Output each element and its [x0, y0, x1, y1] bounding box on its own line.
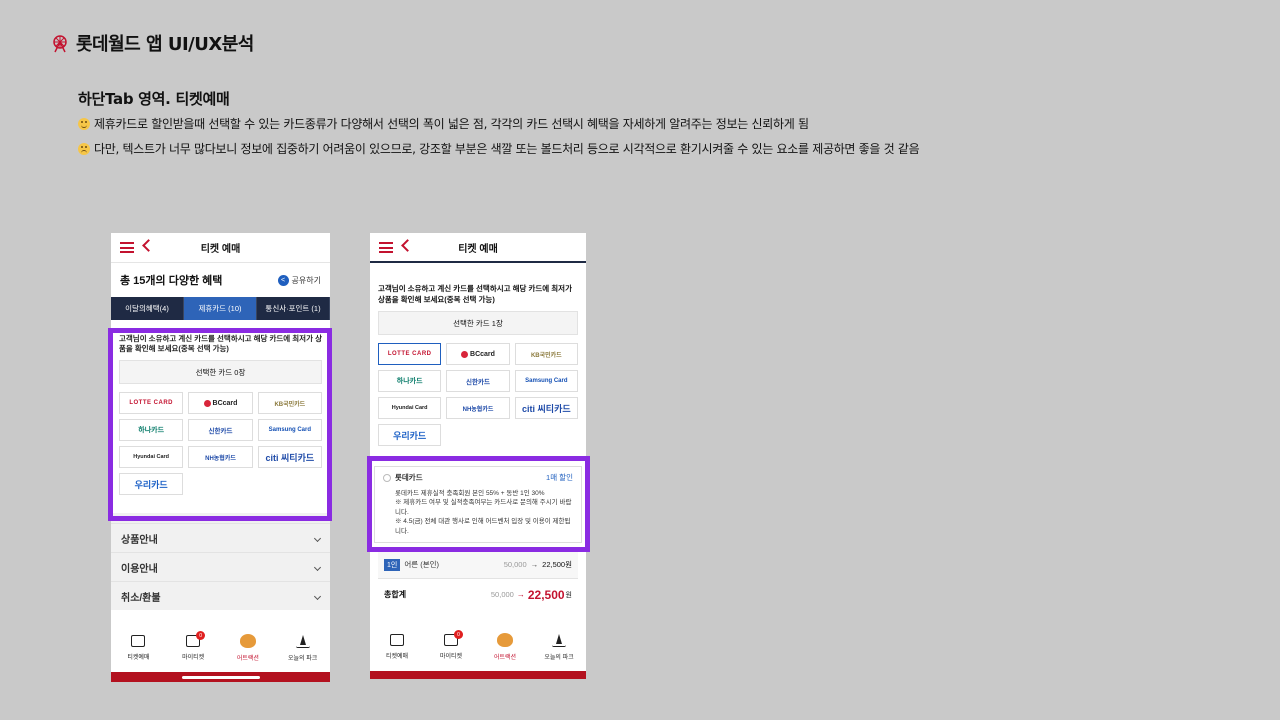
- sad-emoji-icon: [78, 142, 90, 155]
- page-title: 롯데월드 앱 UI/UX분석: [76, 34, 254, 55]
- highlight-box-card-select: [108, 328, 332, 521]
- menu-icon[interactable]: [120, 242, 134, 253]
- tab-telecom-point[interactable]: 통신사·포인트 (1): [257, 297, 330, 320]
- note-negative: 다만, 텍스트가 너무 많다보니 정보에 집중하기 어려움이 있으므로, 강조할…: [78, 140, 920, 157]
- selected-count: 1장: [491, 318, 503, 328]
- share-icon: <: [277, 274, 289, 286]
- card-shinhan[interactable]: 신한카드: [446, 370, 510, 392]
- accordion-product-info[interactable]: 상품안내: [111, 523, 330, 552]
- bottom-nav: 티켓예매 0 마이티켓 어트랙션 오늘의 파크: [111, 624, 330, 672]
- arrow: →: [530, 560, 539, 569]
- nav-attraction[interactable]: 어트랙션: [478, 623, 532, 671]
- nav-ticket-booking[interactable]: 티켓예매: [370, 623, 424, 671]
- nav-label: 오늘의 파크: [287, 656, 318, 662]
- selected-label: 선택한 카드: [453, 318, 490, 328]
- tiger-icon: [497, 633, 513, 647]
- my-ticket-icon: 0: [186, 631, 206, 647]
- accordion-usage-info[interactable]: 이용안내: [111, 552, 330, 581]
- highlight-box-benefit-detail: [367, 456, 590, 552]
- nav-my-ticket[interactable]: 0 마이티켓: [424, 623, 478, 671]
- benefit-summary: 총 15개의 다양한 혜택 < 공유하기: [111, 263, 330, 297]
- nav-ticket-booking[interactable]: 티켓예매: [111, 624, 166, 672]
- ticket-icon: [131, 635, 146, 647]
- app-header: 티켓 예매: [370, 233, 586, 263]
- info-accordion: 상품안내 이용안내 취소/환불: [111, 513, 330, 610]
- card-lotte[interactable]: LOTTE CARD: [378, 343, 442, 365]
- bottom-bar: [370, 671, 586, 679]
- accordion-cancel-refund[interactable]: 취소/환불: [111, 581, 330, 610]
- total-price: 22,500: [527, 587, 565, 602]
- bottom-bar: [111, 672, 330, 682]
- ferris-wheel-icon: [53, 35, 67, 53]
- quantity-badge: 1인: [384, 558, 401, 571]
- card-nh[interactable]: NH농협카드: [446, 397, 510, 419]
- accordion-label: 상품안내: [121, 534, 158, 546]
- share-button[interactable]: < 공유하기: [277, 274, 321, 286]
- chevron-down-icon: [313, 534, 322, 542]
- tab-monthly-benefit[interactable]: 이달의혜택(4): [111, 297, 184, 320]
- chevron-down-icon: [313, 592, 322, 600]
- total-unit: 원: [565, 591, 572, 599]
- bottom-nav: 티켓예매 0 마이티켓 어트랙션 오늘의 파크: [370, 623, 586, 671]
- ticket-icon: [390, 634, 404, 646]
- park-icon: [552, 633, 566, 647]
- nav-label: 어트랙션: [236, 656, 259, 662]
- nav-today-park[interactable]: 오늘의 파크: [532, 623, 586, 671]
- nav-label: 어트랙션: [493, 655, 517, 661]
- card-select-section: 고객님이 소유하고 계신 카드를 선택하시고 해당 카드에 최저가 상품을 확인…: [370, 283, 586, 446]
- nav-my-ticket[interactable]: 0 마이티켓: [166, 624, 221, 672]
- card-kb[interactable]: KB국민카드: [514, 343, 578, 365]
- card-grid: LOTTE CARD BCcard KB국민카드 하나카드 신한카드 Samsu…: [378, 343, 578, 446]
- card-hyundai[interactable]: Hyundai Card: [378, 397, 442, 419]
- home-indicator: [181, 676, 260, 679]
- menu-icon[interactable]: [379, 242, 393, 253]
- notification-badge: 0: [454, 630, 463, 639]
- benefit-title: 총 15개의 다양한 혜택: [120, 275, 223, 287]
- notification-badge: 0: [196, 631, 206, 640]
- tab-partner-card[interactable]: 제휴카드 (10): [184, 297, 257, 320]
- nav-label: 마이티켓: [182, 655, 205, 661]
- my-ticket-icon: 0: [444, 630, 463, 646]
- chevron-down-icon: [313, 563, 322, 571]
- original-price: 50,000: [503, 560, 527, 569]
- discounted-price: 22,500원: [542, 560, 572, 569]
- nav-today-park[interactable]: 오늘의 파크: [275, 624, 330, 672]
- section-title: 하단Tab 영역. 티켓예매: [78, 90, 230, 108]
- note-text: 다만, 텍스트가 너무 많다보니 정보에 집중하기 어려움이 있으므로, 강조할…: [94, 142, 920, 156]
- page-header: 롯데월드 앱 UI/UX분석: [50, 30, 254, 56]
- total-row: 총합계 50,000 → 22,500 원: [378, 578, 578, 610]
- price-row: 1인 어른 (본인) 50,000 → 22,500원: [378, 551, 578, 578]
- smile-emoji-icon: [78, 117, 90, 130]
- total-arrow: →: [516, 590, 525, 599]
- nav-label: 오늘의 파크: [544, 655, 574, 661]
- accordion-label: 이용안내: [121, 563, 158, 575]
- card-hana[interactable]: 하나카드: [378, 370, 442, 392]
- header-divider: [370, 261, 586, 263]
- selected-card-count: 선택한 카드 1장: [378, 311, 578, 335]
- total-label: 총합계: [384, 590, 407, 599]
- nav-label: 티켓예매: [385, 654, 409, 660]
- benefit-tabs: 이달의혜택(4) 제휴카드 (10) 통신사·포인트 (1): [111, 297, 330, 320]
- nav-label: 마이티켓: [439, 654, 463, 660]
- nav-label: 티켓예매: [127, 655, 150, 661]
- card-description: 고객님이 소유하고 계신 카드를 선택하시고 해당 카드에 최저가 상품을 확인…: [378, 284, 572, 304]
- card-samsung[interactable]: Samsung Card: [514, 370, 578, 392]
- price-label: 어른 (본인): [404, 560, 440, 569]
- tiger-icon: [239, 634, 256, 648]
- note-text: 제휴카드로 할인받을때 선택할 수 있는 카드종류가 다양해서 선택의 폭이 넓…: [94, 117, 809, 131]
- share-label: 공유하기: [291, 275, 321, 285]
- note-positive: 제휴카드로 할인받을때 선택할 수 있는 카드종류가 다양해서 선택의 폭이 넓…: [78, 115, 809, 132]
- accordion-label: 취소/환불: [121, 592, 161, 604]
- nav-attraction[interactable]: 어트랙션: [221, 624, 276, 672]
- total-original-price: 50,000: [490, 590, 514, 599]
- card-bc[interactable]: BCcard: [446, 343, 510, 365]
- app-header: 티켓 예매: [111, 233, 330, 263]
- card-citi[interactable]: citi 씨티카드: [514, 397, 578, 419]
- card-woori[interactable]: 우리카드: [378, 424, 442, 446]
- park-icon: [295, 634, 310, 648]
